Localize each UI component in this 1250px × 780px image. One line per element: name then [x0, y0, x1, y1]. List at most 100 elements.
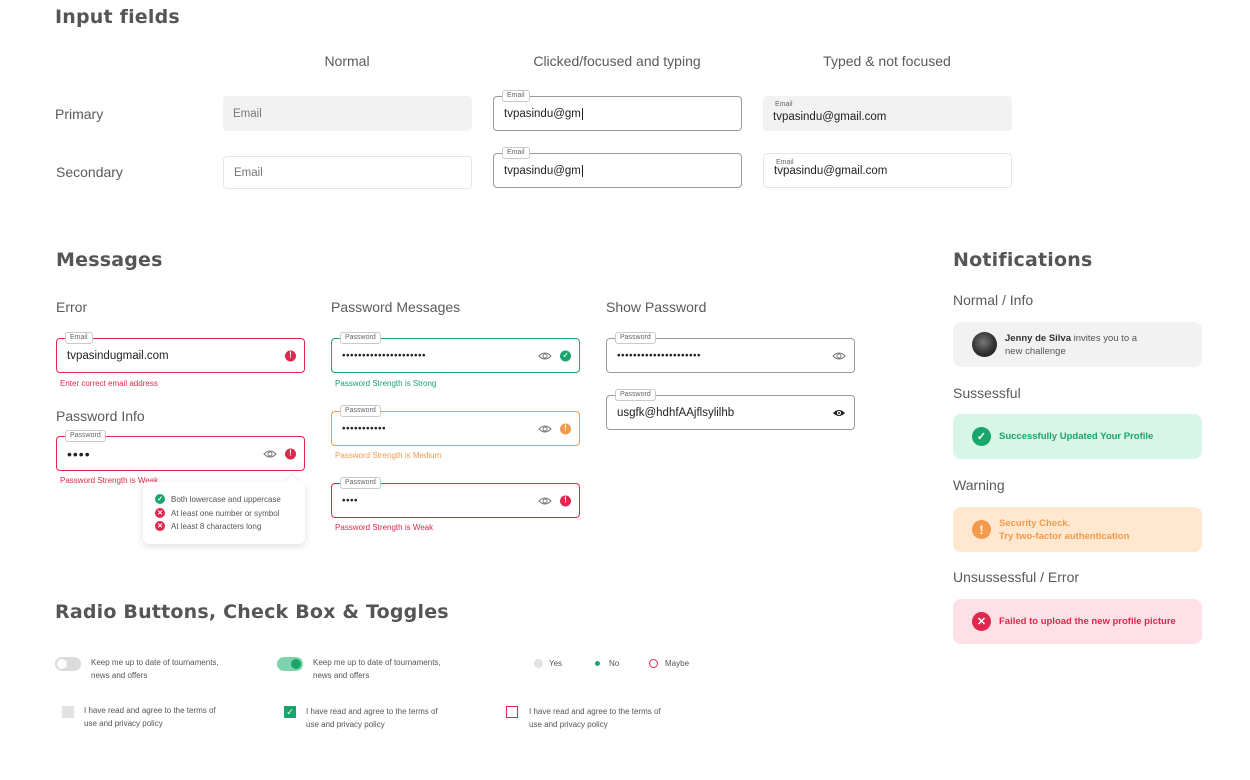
radio-maybe[interactable] — [649, 659, 658, 668]
eye-icon[interactable] — [538, 351, 552, 360]
password-value: ••••••••••••••••••••• — [342, 350, 427, 361]
sender-name: Jenny de Silva — [1005, 332, 1072, 344]
check-icon: ✓ — [560, 350, 571, 361]
error-icon: ! — [285, 350, 296, 361]
password-label: Password — [65, 430, 106, 442]
error-message: Enter correct email address — [60, 379, 158, 388]
error-notification[interactable]: ✕ Failed to upload the new profile pictu… — [953, 599, 1202, 644]
strong-message: Password Strength is Strong — [335, 379, 437, 388]
email-value: tvpasindugmail.com — [67, 349, 169, 362]
password-medium-field[interactable]: Password ••••••••••• ! — [331, 405, 580, 446]
password-hidden-field[interactable]: Password ••••••••••••••••••••• — [606, 332, 855, 373]
controls-title: Radio Buttons, Check Box & Toggles — [55, 601, 449, 623]
checkbox-checked-label: I have read and agree to the terms of us… — [306, 705, 438, 731]
warning-heading: Warning — [953, 477, 1005, 493]
password-value: •••• — [342, 495, 359, 506]
radio-yes-label: Yes — [549, 659, 563, 668]
checkbox-error[interactable] — [506, 706, 518, 718]
info-notification[interactable]: Jenny de Silva invites you to a new chal… — [953, 322, 1202, 367]
column-focused: Clicked/focused and typing — [533, 53, 701, 69]
check-icon: ✓ — [972, 427, 991, 446]
rule-item: ✕ At least one number or symbol — [155, 508, 280, 518]
radio-no-label: No — [609, 659, 620, 668]
primary-focused-email-field[interactable]: Email tvpasindu@gm — [493, 90, 742, 131]
check-icon: ✓ — [155, 494, 165, 504]
password-value: usgfk@hdhfAAjflsylilhb — [617, 406, 735, 419]
checkbox-label-line1: I have read and agree to the terms of — [84, 706, 216, 715]
checkbox-unchecked-label: I have read and agree to the terms of us… — [84, 704, 216, 730]
checkbox-error-label: I have read and agree to the terms of us… — [529, 705, 661, 731]
warning-notification[interactable]: ! Security Check. Try two-factor authent… — [953, 507, 1202, 552]
secondary-normal-email-field[interactable]: Email — [223, 156, 472, 189]
checkbox-label-line2: use and privacy policy — [306, 720, 385, 729]
toggle-label-line2: news and offers — [313, 671, 370, 680]
radio-yes[interactable] — [534, 659, 543, 668]
password-strong-field[interactable]: Password ••••••••••••••••••••• ✓ — [331, 332, 580, 373]
secondary-typed-email-field[interactable]: Email tvpasindu@gmail.com — [763, 153, 1012, 188]
text-caret — [581, 107, 583, 120]
password-value: ••••••••••••••••••••• — [617, 350, 702, 361]
toggle-label-line1: Keep me up to date of tournaments, — [313, 658, 441, 667]
secondary-focused-email-field[interactable]: Email tvpasindu@gm — [493, 147, 742, 188]
email-placeholder: Email — [234, 166, 263, 179]
password-label: Password — [340, 332, 381, 344]
checkbox-label-line1: I have read and agree to the terms of — [306, 707, 438, 716]
error-text: Failed to upload the new profile picture — [999, 616, 1176, 627]
toggle-off[interactable] — [55, 657, 81, 671]
column-normal: Normal — [324, 53, 370, 69]
success-notification[interactable]: ✓ Successfully Updated Your Profile — [953, 414, 1202, 459]
primary-typed-email-field[interactable]: Email tvpasindu@gmail.com — [763, 96, 1012, 131]
password-shown-field[interactable]: Password usgfk@hdhfAAjflsylilhb — [606, 389, 855, 430]
error-icon: ! — [560, 495, 571, 506]
warning-line1: Security Check. — [999, 517, 1071, 529]
primary-normal-email-field[interactable]: Email — [223, 96, 472, 131]
row-primary: Primary — [55, 106, 104, 122]
toggle-knob — [57, 659, 67, 669]
warning-icon: ! — [560, 423, 571, 434]
error-notification-heading: Unsussessful / Error — [953, 569, 1080, 585]
rule-text: Both lowercase and uppercase — [171, 494, 281, 504]
rule-text: At least 8 characters long — [171, 521, 262, 531]
password-info-heading: Password Info — [56, 408, 145, 424]
cross-icon: ✕ — [155, 521, 165, 531]
error-icon: ! — [285, 448, 296, 459]
checkbox-label-line1: I have read and agree to the terms of — [529, 707, 661, 716]
password-weak-field[interactable]: Password •••• ! — [331, 477, 580, 518]
eye-icon[interactable] — [832, 351, 846, 360]
eye-icon[interactable] — [538, 424, 552, 433]
toggle-on[interactable] — [277, 657, 303, 671]
rule-item: ✕ At least 8 characters long — [155, 521, 261, 531]
success-heading: Sussessful — [953, 385, 1021, 401]
text-caret — [581, 164, 583, 177]
error-email-field[interactable]: Email tvpasindugmail.com ! — [56, 332, 305, 373]
password-info-field[interactable]: Password •••• ! — [56, 430, 305, 471]
column-typed: Typed & not focused — [823, 53, 951, 69]
password-value: ••••••••••• — [342, 423, 387, 434]
eye-icon[interactable] — [263, 449, 277, 458]
medium-message: Password Strength is Medium — [335, 451, 442, 460]
eye-open-icon[interactable] — [832, 408, 846, 417]
password-label: Password — [340, 477, 381, 489]
cross-icon: ✕ — [972, 612, 991, 631]
email-label: Email — [502, 147, 530, 159]
toggle-label-line1: Keep me up to date of tournaments, — [91, 658, 219, 667]
email-value: tvpasindu@gmail.com — [774, 165, 888, 178]
eye-icon[interactable] — [538, 496, 552, 505]
toggle-label-line2: news and offers — [91, 671, 148, 680]
messages-title: Messages — [56, 249, 163, 271]
radio-no[interactable] — [593, 659, 602, 668]
success-text: Successfully Updated Your Profile — [999, 431, 1154, 442]
row-secondary: Secondary — [56, 164, 123, 180]
checkbox-checked[interactable]: ✓ — [284, 706, 296, 718]
weak-message: Password Strength is Weak — [335, 523, 434, 532]
password-value: •••• — [67, 445, 91, 462]
cross-icon: ✕ — [155, 508, 165, 518]
info-text-line2: new challenge — [1005, 345, 1066, 357]
email-label: Email — [775, 101, 793, 108]
password-messages-heading: Password Messages — [331, 299, 461, 315]
email-value: tvpasindu@gm — [504, 107, 581, 120]
checkbox-unchecked[interactable] — [62, 706, 74, 718]
info-heading: Normal / Info — [953, 292, 1034, 308]
password-label: Password — [340, 405, 381, 417]
check-icon: ✓ — [286, 706, 294, 717]
